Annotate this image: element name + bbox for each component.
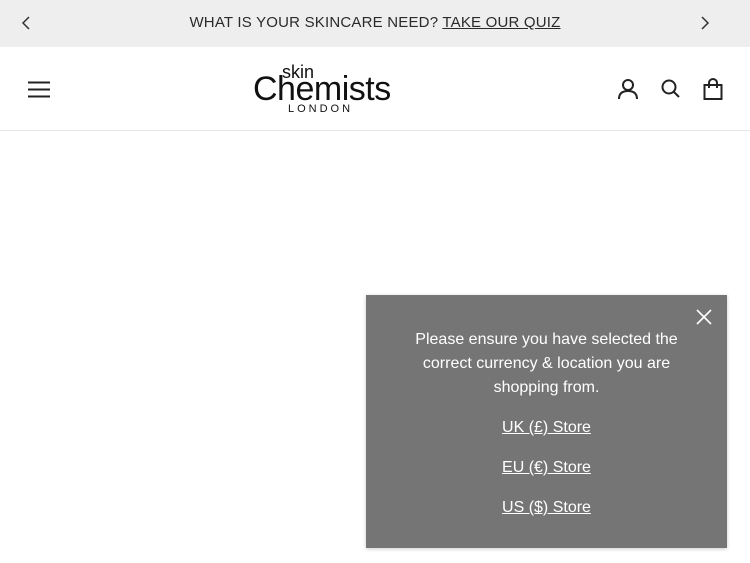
chevron-right-icon[interactable] [696, 14, 714, 32]
quiz-link[interactable]: TAKE OUR QUIZ [442, 14, 560, 31]
close-icon[interactable] [695, 308, 713, 326]
logo-london: LONDON [288, 103, 354, 115]
eu-store-link[interactable]: EU (€) Store [366, 459, 727, 477]
announcement-bar: WHAT IS YOUR SKINCARE NEED? TAKE OUR QUI… [0, 0, 750, 47]
us-store-link[interactable]: US ($) Store [366, 499, 727, 517]
popup-message: Please ensure you have selected the corr… [415, 331, 678, 396]
currency-popup: Please ensure you have selected the corr… [366, 295, 727, 548]
cart-icon[interactable] [701, 77, 725, 101]
announcement-text: WHAT IS YOUR SKINCARE NEED? TAKE OUR QUI… [0, 14, 750, 31]
uk-store-link[interactable]: UK (£) Store [366, 419, 727, 437]
site-header: skin Chemists LONDON [0, 47, 750, 131]
menu-icon[interactable] [27, 81, 51, 98]
account-icon[interactable] [616, 77, 640, 101]
search-icon[interactable] [659, 77, 683, 101]
announcement-label: WHAT IS YOUR SKINCARE NEED? [189, 14, 439, 31]
site-logo[interactable]: skin Chemists LONDON [252, 61, 391, 119]
